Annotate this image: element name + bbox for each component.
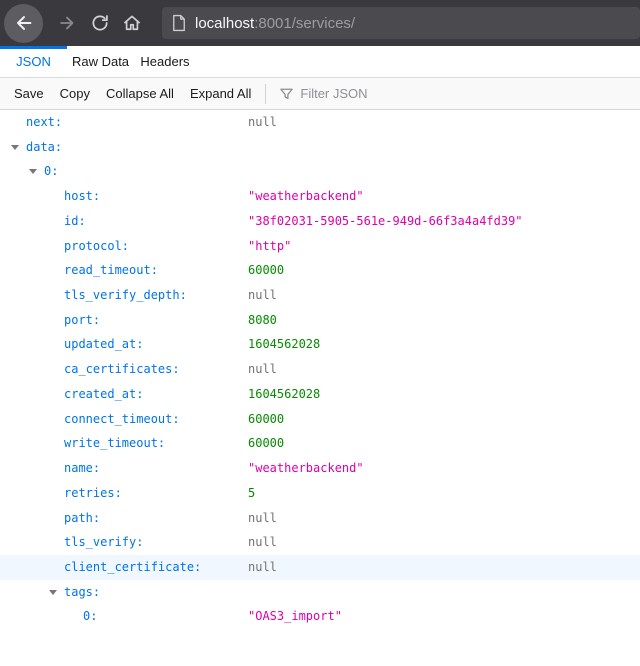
tree-row[interactable]: updated_at: 1604562028 xyxy=(0,332,640,357)
viewer-tabs: JSON Raw Data Headers xyxy=(0,46,640,78)
json-key: 0: xyxy=(83,604,97,629)
json-key: host: xyxy=(64,184,100,209)
json-value: null xyxy=(248,530,277,555)
toolbar-separator xyxy=(265,84,266,104)
home-button[interactable] xyxy=(118,9,146,37)
json-key: id: xyxy=(64,209,86,234)
filter-area xyxy=(272,86,640,101)
json-key: next: xyxy=(26,110,62,135)
json-key: port: xyxy=(64,308,100,333)
json-key: 0: xyxy=(44,159,58,184)
back-arrow-icon xyxy=(13,12,35,34)
url-host: localhost xyxy=(195,15,254,32)
save-button[interactable]: Save xyxy=(6,86,52,101)
json-key: write_timeout: xyxy=(64,431,165,456)
tree-row[interactable]: tags: xyxy=(0,580,640,605)
json-key: created_at: xyxy=(64,382,143,407)
json-toolbar: Save Copy Collapse All Expand All xyxy=(0,78,640,110)
reload-icon xyxy=(90,13,110,33)
json-value: 60000 xyxy=(248,431,284,456)
tree-row[interactable]: data: xyxy=(0,135,640,160)
json-value: 60000 xyxy=(248,258,284,283)
collapse-all-button[interactable]: Collapse All xyxy=(98,86,182,101)
tree-row[interactable]: client_certificate: null xyxy=(0,555,640,580)
url-path: :8001/services/ xyxy=(254,15,355,32)
tree-row[interactable]: 0: "OAS3_import" xyxy=(0,604,640,629)
page-icon xyxy=(172,14,186,32)
json-value: "38f02031-5905-561e-949d-66f3a4a4fd39" xyxy=(248,209,523,234)
tree-row[interactable]: 0: xyxy=(0,159,640,184)
json-value: null xyxy=(248,283,277,308)
json-key: ca_certificates: xyxy=(64,357,180,382)
json-key: connect_timeout: xyxy=(64,407,180,432)
json-key: read_timeout: xyxy=(64,258,158,283)
json-key: updated_at: xyxy=(64,332,143,357)
tree-row[interactable]: name: "weatherbackend" xyxy=(0,456,640,481)
url-text: localhost:8001/services/ xyxy=(195,15,355,32)
json-value: null xyxy=(248,110,277,135)
json-key: retries: xyxy=(64,481,122,506)
reload-button[interactable] xyxy=(86,9,114,37)
json-value: 1604562028 xyxy=(248,332,320,357)
filter-json-input[interactable] xyxy=(300,86,640,101)
url-bar[interactable]: localhost:8001/services/ xyxy=(162,7,640,39)
json-key: protocol: xyxy=(64,234,129,259)
tree-row[interactable]: protocol: "http" xyxy=(0,234,640,259)
json-value: 60000 xyxy=(248,407,284,432)
json-key: data: xyxy=(26,135,62,160)
json-value: null xyxy=(248,506,277,531)
tree-row[interactable]: tls_verify_depth: null xyxy=(0,283,640,308)
json-value: "weatherbackend" xyxy=(248,456,364,481)
json-key: tls_verify: xyxy=(64,530,143,555)
json-key: tls_verify_depth: xyxy=(64,283,187,308)
tree-row[interactable]: connect_timeout: 60000 xyxy=(0,407,640,432)
tree-row[interactable]: port: 8080 xyxy=(0,308,640,333)
expander-icon[interactable] xyxy=(11,145,19,150)
tree-row[interactable]: host: "weatherbackend" xyxy=(0,184,640,209)
json-value: null xyxy=(248,357,277,382)
tree-row[interactable]: next: null xyxy=(0,110,640,135)
tab-headers[interactable]: Headers xyxy=(134,46,196,77)
tree-row[interactable]: ca_certificates: null xyxy=(0,357,640,382)
back-button[interactable] xyxy=(4,4,43,43)
json-tree: next: null data: 0: host: "weatherbacken… xyxy=(0,110,640,629)
json-value: 1604562028 xyxy=(248,382,320,407)
browser-toolbar: localhost:8001/services/ xyxy=(0,0,640,46)
json-value: "weatherbackend" xyxy=(248,184,364,209)
tree-row[interactable]: write_timeout: 60000 xyxy=(0,431,640,456)
expand-all-button[interactable]: Expand All xyxy=(182,86,259,101)
tab-json[interactable]: JSON xyxy=(0,46,67,77)
json-value: "http" xyxy=(248,234,291,259)
tree-row[interactable]: tls_verify: null xyxy=(0,530,640,555)
json-key: tags: xyxy=(64,580,100,605)
tab-raw-data[interactable]: Raw Data xyxy=(67,46,134,77)
json-key: name: xyxy=(64,456,100,481)
json-value: null xyxy=(248,555,277,580)
filter-funnel-icon xyxy=(279,86,294,101)
json-key: client_certificate: xyxy=(64,555,201,580)
copy-button[interactable]: Copy xyxy=(52,86,98,101)
forward-button[interactable] xyxy=(53,9,81,37)
forward-arrow-icon xyxy=(57,13,77,33)
tree-row[interactable]: read_timeout: 60000 xyxy=(0,258,640,283)
json-value: 5 xyxy=(248,481,255,506)
home-icon xyxy=(122,13,142,33)
tree-row[interactable]: path: null xyxy=(0,506,640,531)
json-value: "OAS3_import" xyxy=(248,604,342,629)
tree-row[interactable]: created_at: 1604562028 xyxy=(0,382,640,407)
json-value: 8080 xyxy=(248,308,277,333)
tree-row[interactable]: retries: 5 xyxy=(0,481,640,506)
expander-icon[interactable] xyxy=(29,169,37,174)
json-key: path: xyxy=(64,506,100,531)
tree-row[interactable]: id: "38f02031-5905-561e-949d-66f3a4a4fd3… xyxy=(0,209,640,234)
expander-icon[interactable] xyxy=(49,590,57,595)
